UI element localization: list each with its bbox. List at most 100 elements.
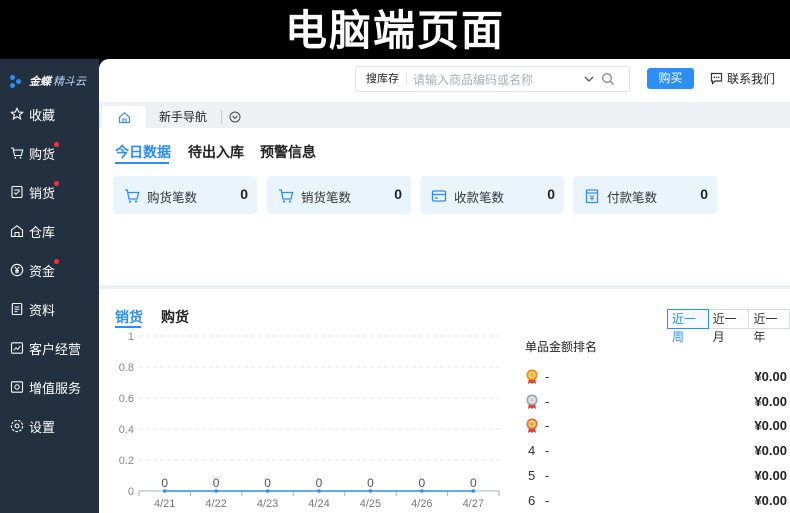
logo-product: 精斗云 — [53, 76, 86, 88]
sidebar-item[interactable]: 设置 — [0, 411, 99, 441]
y-tick-label: 1 — [128, 331, 134, 343]
overview-section: 今日数据 待出入库 预警信息 购货笔数 0 销货笔数 0 收款笔数 0 付款笔数… — [99, 128, 790, 285]
data-label: 0 — [470, 476, 477, 490]
tab-today-data[interactable]: 今日数据 — [115, 142, 171, 162]
sidebar-item-label: 资料 — [29, 302, 56, 318]
card-icon — [431, 190, 447, 202]
chart-icon — [10, 341, 24, 355]
stat-card-purchase[interactable]: 购货笔数 0 — [113, 176, 257, 214]
x-tick-label: 4/25 — [360, 498, 381, 510]
yen-icon — [10, 263, 24, 277]
stat-card-receipts[interactable]: 收款笔数 0 — [420, 176, 564, 214]
search-input[interactable]: 请输入商品编码或名称 — [407, 71, 583, 88]
receipt-icon — [10, 185, 24, 199]
tab-sales[interactable]: 销货 — [115, 307, 143, 327]
rank-item-name: - — [545, 393, 550, 409]
active-tab-underline — [115, 162, 169, 164]
search-box[interactable]: 搜库存 请输入商品编码或名称 — [355, 66, 630, 92]
sidebar-item-label: 销货 — [29, 185, 56, 201]
silver-medal-icon — [526, 394, 538, 409]
home-icon — [118, 111, 130, 123]
period-week[interactable]: 近一周 — [667, 309, 709, 344]
main-panel: 搜库存 请输入商品编码或名称 购买 联系我们 新手导航 今日数据 待出入库 预警… — [99, 59, 790, 513]
tab-purchases[interactable]: 购货 — [161, 307, 189, 327]
rank-amount: ¥0.00 — [754, 418, 787, 434]
cart-icon — [279, 189, 294, 203]
sidebar-item[interactable]: 收藏 — [0, 99, 99, 129]
ranking-row[interactable]: - ¥0.00 — [525, 367, 787, 387]
period-year[interactable]: 近一年 — [749, 310, 789, 344]
sidebar-item-label: 客户经营 — [29, 341, 82, 357]
notification-dot — [54, 142, 59, 147]
rank-number: 4 — [528, 443, 536, 459]
gear-icon — [10, 419, 24, 433]
tab-guide[interactable]: 新手导航 — [159, 106, 207, 128]
contact-label: 联系我们 — [727, 72, 776, 86]
stat-value: 0 — [547, 186, 555, 202]
logo-brand: 金蝶 — [29, 76, 51, 88]
sidebar-item[interactable]: 仓库 — [0, 216, 99, 246]
x-tick-label: 4/26 — [411, 498, 432, 510]
chevron-down-icon[interactable] — [583, 73, 595, 85]
gold-medal-icon — [526, 369, 538, 384]
chat-icon — [710, 72, 723, 85]
period-switch: 近一周 近一月 近一年 — [667, 309, 790, 344]
sidebar-item[interactable]: 资金 — [0, 255, 99, 285]
bronze-medal-icon — [526, 418, 538, 434]
logo[interactable]: 金蝶 精斗云 — [10, 71, 86, 91]
sidebar-item[interactable]: 增值服务 — [0, 372, 99, 402]
rank-item-name: - — [545, 443, 550, 459]
stat-card-sales[interactable]: 销货笔数 0 — [267, 176, 411, 214]
sales-section: 销货 购货 近一周 近一月 近一年 0 0.2 0.4 0.6 0.8 1 0 4/21 0 4/… — [99, 289, 790, 513]
notification-dot — [54, 259, 59, 264]
warehouse-icon — [10, 224, 24, 238]
star-icon — [10, 107, 24, 121]
tab-more-icon[interactable] — [229, 111, 241, 123]
stat-card-payments[interactable]: 付款笔数 0 — [573, 176, 717, 214]
rank-amount: ¥0.00 — [754, 443, 787, 459]
data-label: 0 — [316, 476, 323, 490]
rank-amount: ¥0.00 — [754, 467, 787, 483]
buy-button[interactable]: 购买 — [647, 68, 694, 89]
cart-icon — [10, 146, 24, 160]
service-icon — [10, 380, 24, 394]
stat-label: 销货笔数 — [301, 191, 352, 205]
ranking-row[interactable]: - ¥0.00 — [525, 416, 787, 436]
period-month[interactable]: 近一月 — [709, 310, 750, 344]
tab-pending-stock[interactable]: 待出入库 — [188, 142, 244, 162]
tab-alerts[interactable]: 预警信息 — [260, 142, 316, 162]
contact-us-link[interactable]: 联系我们 — [710, 70, 775, 87]
data-label: 0 — [367, 476, 374, 490]
logo-mark-icon — [10, 73, 26, 89]
sales-line-chart: 0 0.2 0.4 0.6 0.8 1 0 4/21 0 4/22 0 4/23 0 4/24 0 4/25 0… — [119, 331, 500, 510]
ranking-row[interactable]: 6- ¥0.00 — [525, 491, 787, 511]
sidebar-item[interactable]: 客户经营 — [0, 333, 99, 363]
x-tick-label: 4/23 — [257, 498, 278, 510]
y-tick-label: 0.8 — [119, 362, 134, 374]
rank-item-name: - — [545, 369, 550, 384]
stat-label: 付款笔数 — [607, 191, 658, 205]
logo-text: 金蝶 精斗云 — [29, 73, 86, 89]
x-tick-label: 4/24 — [308, 498, 329, 510]
rank-amount: ¥0.00 — [754, 492, 787, 508]
rank-amount: ¥0.00 — [754, 369, 787, 384]
stat-label: 购货笔数 — [147, 191, 198, 205]
sidebar-item-label: 增值服务 — [29, 380, 82, 396]
sidebar-item-label: 收藏 — [29, 107, 56, 123]
ranking-row[interactable]: - ¥0.00 — [525, 392, 787, 412]
tab-home[interactable] — [102, 106, 146, 128]
ranking-row[interactable]: 5- ¥0.00 — [525, 466, 787, 486]
data-label: 0 — [161, 476, 168, 490]
sidebar-item[interactable]: 销货 — [0, 177, 99, 207]
search-icon[interactable] — [601, 72, 615, 86]
data-label: 0 — [419, 476, 426, 490]
ranking-row[interactable]: 4- ¥0.00 — [525, 441, 787, 461]
x-tick-label: 4/22 — [205, 498, 226, 510]
rank-item-name: - — [545, 492, 550, 508]
active-tab-underline — [115, 326, 141, 328]
search-category[interactable]: 搜库存 — [356, 72, 407, 86]
rank-amount: ¥0.00 — [754, 393, 787, 409]
stat-value: 0 — [700, 186, 708, 202]
sidebar-item[interactable]: 资料 — [0, 294, 99, 324]
sidebar-item[interactable]: 购货 — [0, 138, 99, 168]
